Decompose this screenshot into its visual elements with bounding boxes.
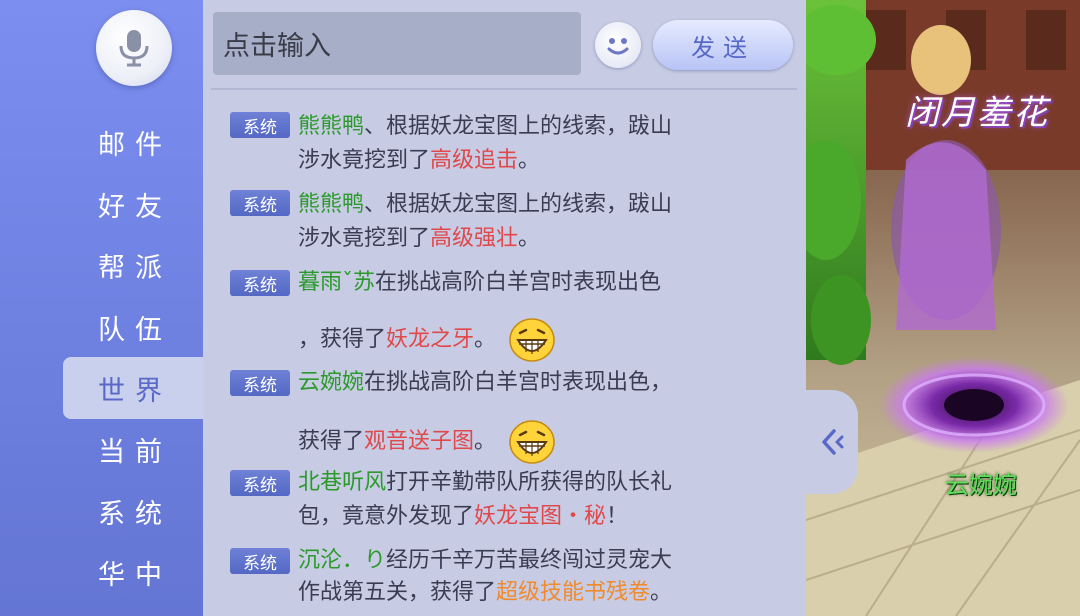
message-text: 包，竟意外发现了 xyxy=(298,504,475,529)
channel-tab-label: 帮派 xyxy=(98,252,172,284)
message-line: 包，竟意外发现了妖龙宝图・秘！ xyxy=(298,502,628,532)
item-link[interactable]: 妖龙之牙 xyxy=(386,327,474,352)
channel-tab-friends[interactable]: 好友 xyxy=(0,173,203,235)
message-text: 在挑战高阶白羊宫时表现出色 xyxy=(375,270,662,295)
message-line: 云婉婉在挑战高阶白羊宫时表现出色， xyxy=(298,368,672,398)
message-text: ！ xyxy=(606,504,629,529)
system-tag: 系统 xyxy=(230,548,290,574)
character-name-label[interactable]: 云婉婉 xyxy=(945,465,1017,500)
item-link[interactable]: 妖龙宝图・秘 xyxy=(474,504,606,529)
chat-input[interactable]: 点击输入 xyxy=(213,12,581,75)
chat-input-placeholder: 点击输入 xyxy=(223,31,331,62)
message-text: 。 xyxy=(518,226,541,251)
system-tag: 系统 xyxy=(230,470,290,496)
message-line: 暮雨ˇ苏在挑战高阶白羊宫时表现出色 xyxy=(298,268,661,298)
message-line: 涉水竟挖到了高级追击。 xyxy=(298,146,540,176)
message-text: 。 xyxy=(650,580,673,605)
system-tag: 系统 xyxy=(230,270,290,296)
message-text: 获得了 xyxy=(298,429,365,454)
system-tag: 系统 xyxy=(230,370,290,396)
channel-tab-team[interactable]: 队伍 xyxy=(0,296,203,358)
channel-tab-region[interactable]: 华中 xyxy=(0,541,203,603)
collapse-panel-button[interactable] xyxy=(806,390,858,494)
message-text: 。 xyxy=(518,148,541,173)
send-button-label: 发送 xyxy=(691,33,755,62)
channel-tab-current[interactable]: 当前 xyxy=(0,418,203,480)
item-link[interactable]: 高级追击 xyxy=(430,148,518,173)
channel-tab-label: 世界 xyxy=(98,375,172,407)
item-link[interactable]: 超级技能书残卷 xyxy=(496,580,650,605)
grinning-emoji-icon xyxy=(509,420,555,464)
game-scene[interactable]: 闭月羞花 云婉婉 xyxy=(806,0,1080,616)
message-line: 涉水竟挖到了高级强壮。 xyxy=(298,224,540,254)
message-text: 打开辛勤带队所获得的队长礼 xyxy=(386,470,673,495)
channel-tab-label: 华中 xyxy=(98,559,172,591)
chat-panel: 点击输入 发送 系统 熊熊鸭、根据妖龙宝图上的线索，跋山 涉水竟挖到了高级追击。… xyxy=(203,0,806,616)
player-name[interactable]: 云婉婉 xyxy=(298,370,364,395)
channel-tab-world[interactable]: 世界 xyxy=(63,357,203,419)
channel-tab-mail[interactable]: 邮件 xyxy=(0,111,203,173)
double-chevron-left-icon xyxy=(822,429,844,455)
message-line: 北巷听风打开辛勤带队所获得的队长礼 xyxy=(298,468,672,498)
player-name[interactable]: 沉沦．り xyxy=(298,548,386,573)
grinning-emoji-icon xyxy=(509,318,555,362)
item-link[interactable]: 观音送子图 xyxy=(364,429,474,454)
message-text: 作战第五关，获得了 xyxy=(298,580,497,605)
message-text: 、根据妖龙宝图上的线索，跋山 xyxy=(364,192,673,217)
smiley-face-icon xyxy=(607,38,629,55)
player-name[interactable]: 熊熊鸭 xyxy=(298,114,364,139)
player-name[interactable]: 熊熊鸭 xyxy=(298,192,364,217)
message-text: 。 xyxy=(474,327,497,352)
player-name[interactable]: 北巷听风 xyxy=(298,470,386,495)
channel-tab-system[interactable]: 系统 xyxy=(0,480,203,542)
message-line: ，获得了妖龙之牙。 xyxy=(298,318,555,362)
channel-tab-label: 邮件 xyxy=(98,129,172,161)
message-list[interactable]: 系统 熊熊鸭、根据妖龙宝图上的线索，跋山 涉水竟挖到了高级追击。 系统 熊熊鸭、… xyxy=(203,100,806,616)
send-button[interactable]: 发送 xyxy=(653,20,793,70)
system-tag: 系统 xyxy=(230,112,290,138)
message-line: 作战第五关，获得了超级技能书残卷。 xyxy=(298,578,672,608)
channel-tab-label: 当前 xyxy=(98,436,172,468)
channel-sidebar: 邮件 好友 帮派 队伍 世界 当前 系统 华中 xyxy=(0,0,203,616)
message-line: 获得了观音送子图。 xyxy=(298,420,555,464)
divider xyxy=(211,88,797,90)
message-text: ，获得了 xyxy=(298,327,387,352)
message-text: 、根据妖龙宝图上的线索，跋山 xyxy=(364,114,673,139)
system-tag: 系统 xyxy=(230,190,290,216)
message-line: 沉沦．り经历千辛万苦最终闯过灵宠大 xyxy=(298,546,672,576)
item-link[interactable]: 高级强壮 xyxy=(430,226,518,251)
title-banner: 闭月羞花 xyxy=(905,93,1049,133)
message-line: 熊熊鸭、根据妖龙宝图上的线索，跋山 xyxy=(298,112,672,142)
voice-input-button[interactable] xyxy=(96,10,172,86)
message-text: 涉水竟挖到了 xyxy=(298,148,431,173)
message-text: 涉水竟挖到了 xyxy=(298,226,431,251)
microphone-icon xyxy=(119,30,149,67)
channel-tab-guild[interactable]: 帮派 xyxy=(0,234,203,296)
channel-tab-label: 系统 xyxy=(98,498,172,530)
message-line: 熊熊鸭、根据妖龙宝图上的线索，跋山 xyxy=(298,190,672,220)
message-text: 经历千辛万苦最终闯过灵宠大 xyxy=(386,548,673,573)
emoji-button[interactable] xyxy=(595,22,641,68)
channel-tab-label: 好友 xyxy=(98,191,172,223)
player-name[interactable]: 暮雨ˇ苏 xyxy=(298,270,375,295)
channel-tab-label: 队伍 xyxy=(98,314,172,346)
message-text: 在挑战高阶白羊宫时表现出色， xyxy=(364,370,673,395)
message-text: 。 xyxy=(474,429,497,454)
